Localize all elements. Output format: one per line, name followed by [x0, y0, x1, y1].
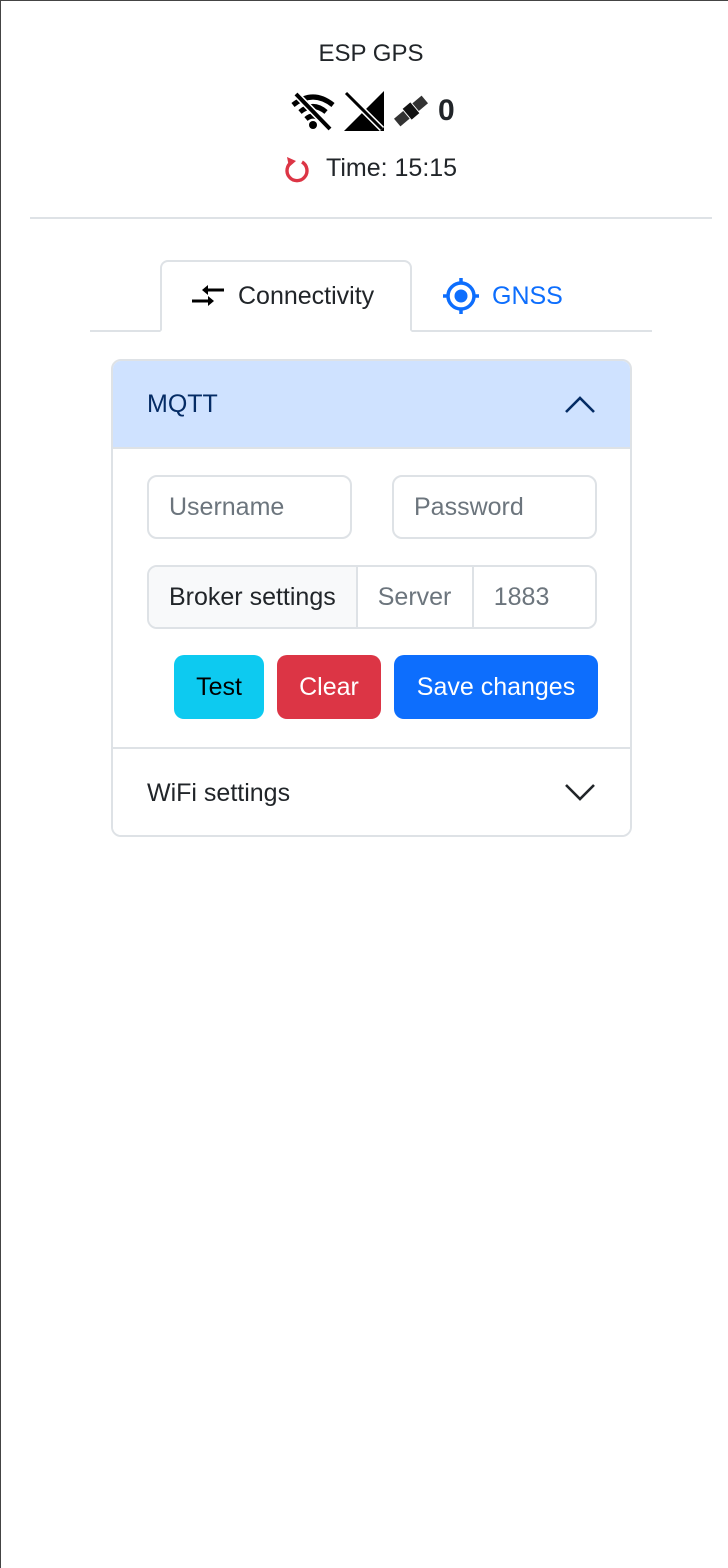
satellite-count: 0	[438, 94, 455, 127]
satellite-icon	[392, 92, 430, 130]
cell-signal-off-icon	[342, 89, 386, 133]
save-changes-button[interactable]: Save changes	[394, 655, 598, 719]
refresh-icon[interactable]	[284, 155, 310, 183]
time-row: Time: 15:15	[284, 154, 457, 183]
time-label: Time: 15:15	[326, 154, 458, 182]
crosshair-icon	[442, 277, 480, 315]
chevron-up-icon	[564, 394, 596, 414]
wifi-off-icon	[290, 91, 336, 131]
tab-connectivity[interactable]: Connectivity	[160, 260, 412, 332]
tab-connectivity-label: Connectivity	[238, 281, 375, 310]
broker-input-group: Broker settings	[147, 565, 597, 629]
broker-settings-label: Broker settings	[149, 567, 358, 627]
accordion-wifi-header[interactable]: WiFi settings	[113, 749, 630, 835]
tab-gnss[interactable]: GNSS	[414, 260, 591, 332]
header-divider	[30, 217, 712, 219]
clear-button[interactable]: Clear	[277, 655, 381, 719]
settings-accordion: MQTT Broker settings Test Clear Save cha…	[111, 359, 632, 837]
arrows-exchange-icon	[190, 283, 226, 309]
accordion-wifi-title: WiFi settings	[147, 778, 291, 807]
tab-gnss-label: GNSS	[492, 281, 563, 310]
username-input[interactable]	[147, 475, 352, 539]
accordion-mqtt-body: Broker settings Test Clear Save changes	[113, 449, 630, 749]
test-button[interactable]: Test	[174, 655, 264, 719]
port-input[interactable]	[473, 567, 590, 627]
tab-bar: Connectivity GNSS	[90, 260, 652, 332]
status-indicators: 0	[290, 88, 455, 134]
password-input[interactable]	[392, 475, 597, 539]
server-input[interactable]	[357, 567, 474, 627]
accordion-mqtt-header[interactable]: MQTT	[113, 361, 630, 449]
app-title: ESP GPS	[318, 40, 424, 67]
accordion-mqtt-title: MQTT	[147, 389, 218, 418]
chevron-down-icon	[564, 783, 596, 803]
